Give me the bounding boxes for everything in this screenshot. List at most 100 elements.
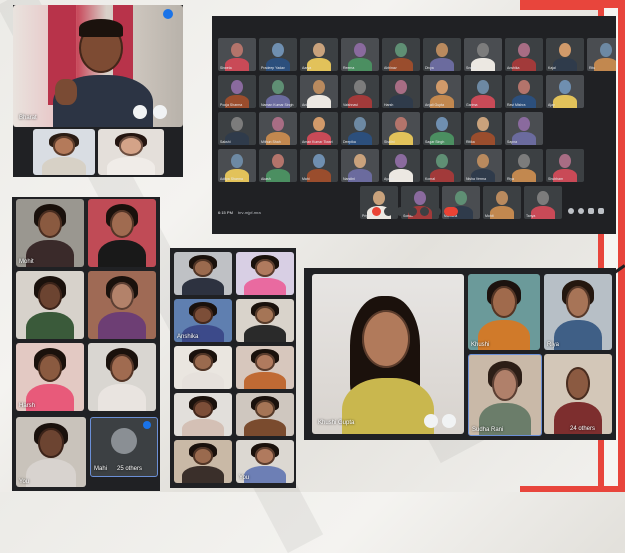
participant-tile[interactable]: Sneha <box>464 38 502 71</box>
participant-tile[interactable] <box>33 129 95 175</box>
participant-tile[interactable]: 24 others <box>544 354 612 434</box>
activities-icon[interactable] <box>598 208 604 214</box>
participant-tile[interactable]: Ankit <box>300 75 338 108</box>
participant-tile[interactable] <box>236 346 294 389</box>
participant-tile[interactable] <box>174 346 232 389</box>
participant-tile[interactable]: Ritika <box>464 112 502 145</box>
more-options-icon[interactable] <box>163 9 173 19</box>
participant-tile[interactable]: Reema <box>341 38 379 71</box>
chat-icon[interactable] <box>588 208 594 214</box>
participant-tile[interactable] <box>174 393 232 436</box>
participant-tile[interactable]: Naman Kumar Singh <box>259 75 297 108</box>
meeting-panel-middle: Anshika You <box>170 248 296 488</box>
participant-tile[interactable]: Mahi <box>300 149 338 182</box>
participant-tile[interactable] <box>88 271 156 339</box>
person-head <box>230 116 244 132</box>
participant-name: Riya <box>547 342 560 348</box>
participant-tile[interactable] <box>236 252 294 295</box>
person-body <box>553 319 603 350</box>
participant-tile[interactable]: Sudha Rani <box>468 354 542 436</box>
layout-icon[interactable] <box>153 105 167 119</box>
participant-tile[interactable]: Riya <box>505 149 543 182</box>
info-icon[interactable] <box>568 208 574 214</box>
participant-tile[interactable]: Ritu <box>587 38 616 71</box>
participant-tile[interactable]: Nandini <box>341 149 379 182</box>
participant-tile[interactable] <box>88 343 156 411</box>
speaker-video-tile[interactable]: Khushi Gupta <box>312 274 464 434</box>
participant-tile[interactable] <box>236 393 294 436</box>
participant-tile[interactable]: Mithun Shah <box>259 112 297 145</box>
participant-tile[interactable]: Akash <box>259 149 297 182</box>
participant-tile[interactable]: Sagar Singh <box>423 112 461 145</box>
raise-hand-icon[interactable] <box>408 207 417 216</box>
participant-tile[interactable]: Harsh <box>16 343 84 411</box>
participant-tile[interactable]: You <box>16 417 86 487</box>
participant-tile[interactable]: Aarya <box>300 38 338 71</box>
participant-tile[interactable]: Kajal <box>546 38 584 71</box>
speaker-video-tile[interactable]: Bharat <box>13 5 183 127</box>
participant-tile[interactable]: Ayush <box>382 149 420 182</box>
participant-tile[interactable]: Riya <box>544 274 612 350</box>
participant-tile[interactable]: Shubham <box>546 149 584 182</box>
participant-tile[interactable] <box>98 129 164 175</box>
participant-tile[interactable] <box>174 440 232 483</box>
participant-tile[interactable] <box>236 299 294 342</box>
participant-tile[interactable]: Anshika <box>505 38 543 71</box>
participant-tile[interactable]: Divya <box>423 38 461 71</box>
participant-tile[interactable]: Harsh <box>382 75 420 108</box>
participant-tile[interactable]: Pooja Sharma <box>218 75 256 108</box>
person-body <box>342 378 434 434</box>
participant-tile[interactable]: Tanya <box>524 186 562 219</box>
participant-tile[interactable]: Mohit <box>16 199 84 267</box>
participant-tile[interactable]: Pradeep Yadav <box>259 38 297 71</box>
avatar <box>111 428 137 454</box>
participant-tile[interactable] <box>174 252 232 295</box>
participant-tile[interactable]: Sakshi <box>218 112 256 145</box>
participant-tile[interactable]: Aditya Sharma <box>218 149 256 182</box>
participant-tile[interactable]: Shweta <box>218 38 256 71</box>
participant-tile[interactable]: Abhinav <box>382 38 420 71</box>
participant-tile[interactable] <box>88 199 156 267</box>
layout-icon[interactable] <box>442 414 456 428</box>
participant-tile[interactable]: Khushi <box>468 274 540 350</box>
person-head <box>517 42 531 58</box>
person-head <box>37 353 63 383</box>
more-options-icon[interactable] <box>432 207 441 216</box>
present-icon[interactable] <box>420 207 429 216</box>
participant-tile[interactable]: Komal <box>423 149 461 182</box>
more-participants-tile[interactable]: 25 others Mahi <box>90 417 158 477</box>
person-head <box>558 42 572 58</box>
captions-icon[interactable] <box>396 207 405 216</box>
mic-icon[interactable] <box>372 207 381 216</box>
camera-icon[interactable] <box>384 207 393 216</box>
participant-tile[interactable] <box>16 271 84 339</box>
participant-name: Ankit <box>302 103 310 107</box>
participant-tile[interactable]: Nisha Verma <box>464 149 502 182</box>
participant-tile[interactable]: Shalini <box>382 112 420 145</box>
participant-tile[interactable]: Mohit <box>483 186 521 219</box>
participant-tile[interactable]: Anshika <box>174 299 232 342</box>
person-head <box>372 190 386 206</box>
participant-tile[interactable]: Ravi Mishra <box>505 75 543 108</box>
participant-tile[interactable]: Deepika <box>341 112 379 145</box>
participant-tile[interactable]: Sapna <box>505 112 543 145</box>
person-head <box>495 190 509 206</box>
end-call-button[interactable] <box>444 207 458 216</box>
mic-icon[interactable] <box>133 105 147 119</box>
participant-tile[interactable]: Aman Kumar Tiwari <box>300 112 338 145</box>
people-icon[interactable] <box>578 208 584 214</box>
participant-name: Khushi <box>471 342 490 348</box>
participant-tile[interactable]: You <box>236 440 294 483</box>
person-head <box>476 79 490 95</box>
person-head <box>254 446 276 465</box>
more-options-icon[interactable] <box>143 421 151 429</box>
participant-tile[interactable]: Ajay <box>546 75 584 108</box>
participant-tile[interactable]: Garima <box>464 75 502 108</box>
participant-tile[interactable]: Anjali Gupta <box>423 75 461 108</box>
participant-name: Mohit <box>19 259 34 265</box>
mic-icon[interactable] <box>424 414 438 428</box>
participant-name: Divya <box>425 66 434 70</box>
person-body <box>182 371 224 389</box>
participant-tile[interactable]: Vaishnavi <box>341 75 379 108</box>
participant-name: Vaishnavi <box>343 103 358 107</box>
